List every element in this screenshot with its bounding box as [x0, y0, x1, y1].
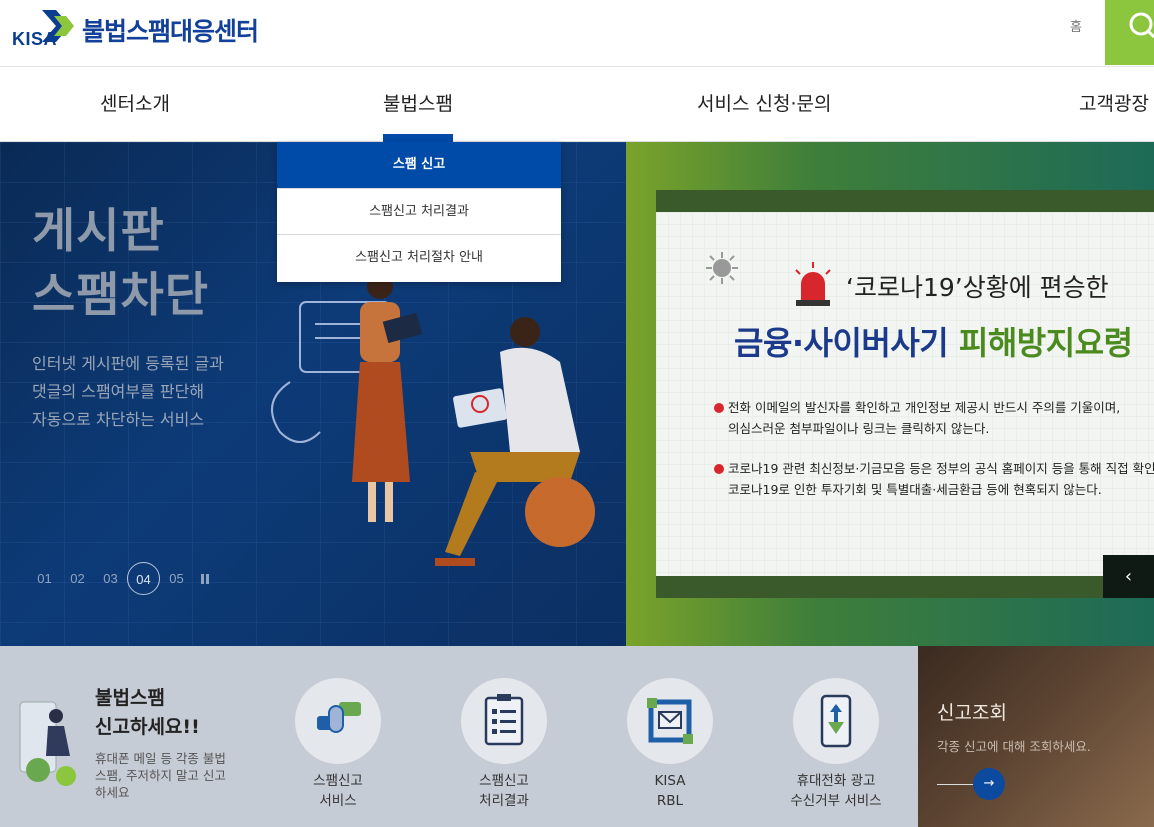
- quick-item-kisa-rbl[interactable]: KISA RBL: [605, 678, 735, 811]
- slide-pager: 01 02 03 04 05: [28, 562, 215, 595]
- hero-desc-line1: 인터넷 게시판에 등록된 글과: [32, 354, 224, 373]
- quick-title: 불법스팸 신고하세요!!: [95, 684, 200, 742]
- quick-desc-line2: 스팸, 주저하지 말고 신고: [95, 768, 226, 783]
- virus-icon: [706, 252, 738, 284]
- gnb-item-customer-square[interactable]: 고객광장: [1079, 67, 1149, 142]
- submenu-item-report-result[interactable]: 스팸신고 처리결과: [277, 189, 561, 236]
- site-title: 불법스팸대응센터: [82, 17, 259, 46]
- pause-icon[interactable]: [193, 562, 215, 595]
- phone-download-icon: [793, 678, 879, 764]
- quick-item-label: 스팸신고 처리결과: [479, 773, 529, 809]
- pager-03[interactable]: 03: [94, 562, 127, 595]
- quick-desc-line3: 하세요: [95, 785, 130, 800]
- report-lookup-title: 신고조회: [937, 702, 1007, 724]
- quick-item-spam-report-service[interactable]: 스팸신고 서비스: [273, 678, 403, 811]
- quick-item-label: 휴대전화 광고 수신거부 서비스: [790, 773, 882, 809]
- hero-illustration: [271, 273, 595, 566]
- submenu-illegal-spam: 스팸 신고 스팸신고 처리결과 스팸신고 처리절차 안내: [277, 142, 561, 282]
- site-logo[interactable]: KISA 불법스팸대응센터: [12, 8, 259, 49]
- notice-headline: ‘코로나19’상황에 편승한: [846, 273, 1109, 302]
- clipboard-icon: [461, 678, 547, 764]
- hero-desc-line3: 자동으로 차단하는 서비스: [32, 410, 205, 429]
- main-navigation: 센터소개 불법스팸 서비스 신청·문의 고객광장: [0, 67, 1154, 142]
- hero-slide-covid-notice: ‘코로나19’상황에 편승한 금융·사이버사기 피해방지요령 전화 이메일의 발…: [626, 142, 1154, 646]
- pager-02[interactable]: 02: [61, 562, 94, 595]
- pager-05[interactable]: 05: [160, 562, 193, 595]
- notice-top-bar: [656, 190, 1154, 212]
- pager-04-current[interactable]: 04: [127, 562, 160, 595]
- quick-menu-bar: 불법스팸 신고하세요!! 휴대폰 메일 등 각종 불법 스팸, 주저하지 말고 …: [0, 646, 918, 827]
- quick-item-report-result[interactable]: 스팸신고 처리결과: [439, 678, 569, 811]
- home-link[interactable]: 홈: [1070, 16, 1082, 35]
- hero-description: 인터넷 게시판에 등록된 글과 댓글의 스팸여부를 판단해 자동으로 차단하는 …: [32, 350, 224, 434]
- chevron-left-icon: ‹: [1124, 566, 1133, 587]
- notice-title-green: 피해방지요령: [958, 324, 1133, 362]
- quick-title-line1: 불법스팸: [95, 687, 165, 709]
- notice-bullet-2: 코로나19 관련 최신정보·기금모음 등은 정부의 공식 홈페이지 등을 통해 …: [714, 458, 1154, 500]
- logo-kisa-text: KISA: [12, 29, 58, 49]
- hero-desc-line2: 댓글의 스팸여부를 판단해: [32, 382, 205, 401]
- check-icon: [714, 403, 724, 413]
- quick-item-label: 스팸신고 서비스: [313, 773, 363, 809]
- chat-mouse-icon: [295, 678, 381, 764]
- notice-banner[interactable]: ‘코로나19’상황에 편승한 금융·사이버사기 피해방지요령 전화 이메일의 발…: [656, 190, 1154, 598]
- report-lookup-box[interactable]: 신고조회 각종 신고에 대해 조회하세요. →: [918, 646, 1154, 827]
- site-header: KISA 불법스팸대응센터 홈: [0, 0, 1154, 67]
- notice-bullet-1: 전화 이메일의 발신자를 확인하고 개인정보 제공시 반드시 주의를 기울이며,…: [714, 397, 1120, 439]
- report-illustration: [19, 701, 76, 786]
- quick-description: 휴대폰 메일 등 각종 불법 스팸, 주저하지 말고 신고 하세요: [95, 750, 226, 801]
- gnb-item-center-intro[interactable]: 센터소개: [100, 67, 170, 142]
- check-icon: [714, 464, 724, 474]
- notice-title: 금융·사이버사기 피해방지요령: [734, 318, 1133, 364]
- submenu-item-spam-report[interactable]: 스팸 신고: [277, 142, 561, 189]
- hero-title-line1: 게시판: [32, 204, 165, 259]
- slide-prev-button[interactable]: ‹: [1103, 555, 1154, 598]
- quick-title-line2: 신고하세요!!: [95, 716, 200, 738]
- notice-title-blue: 금융·사이버사기: [734, 324, 959, 362]
- gnb-item-illegal-spam[interactable]: 불법스팸: [383, 67, 453, 142]
- siren-icon: [795, 262, 831, 306]
- pager-01[interactable]: 01: [28, 562, 61, 595]
- hero-title: 게시판 스팸차단: [32, 200, 209, 328]
- search-button[interactable]: [1105, 0, 1154, 65]
- hero-title-line2: 스팸차단: [32, 268, 209, 323]
- quick-desc-line1: 휴대폰 메일 등 각종 불법: [95, 751, 226, 766]
- quick-item-mobile-ad-reject[interactable]: 휴대전화 광고 수신거부 서비스: [771, 678, 901, 811]
- gnb-item-service-request[interactable]: 서비스 신청·문의: [697, 67, 831, 142]
- arrow-right-icon[interactable]: →: [973, 768, 1005, 800]
- quick-item-label: KISA RBL: [654, 773, 686, 809]
- search-icon: [1129, 12, 1154, 39]
- kisa-logo-mark: KISA: [12, 8, 76, 49]
- submenu-item-report-procedure[interactable]: 스팸신고 처리절차 안내: [277, 235, 561, 282]
- mail-network-icon: [627, 678, 713, 764]
- report-lookup-desc: 각종 신고에 대해 조회하세요.: [937, 739, 1091, 754]
- notice-bottom-bar: [656, 576, 1154, 598]
